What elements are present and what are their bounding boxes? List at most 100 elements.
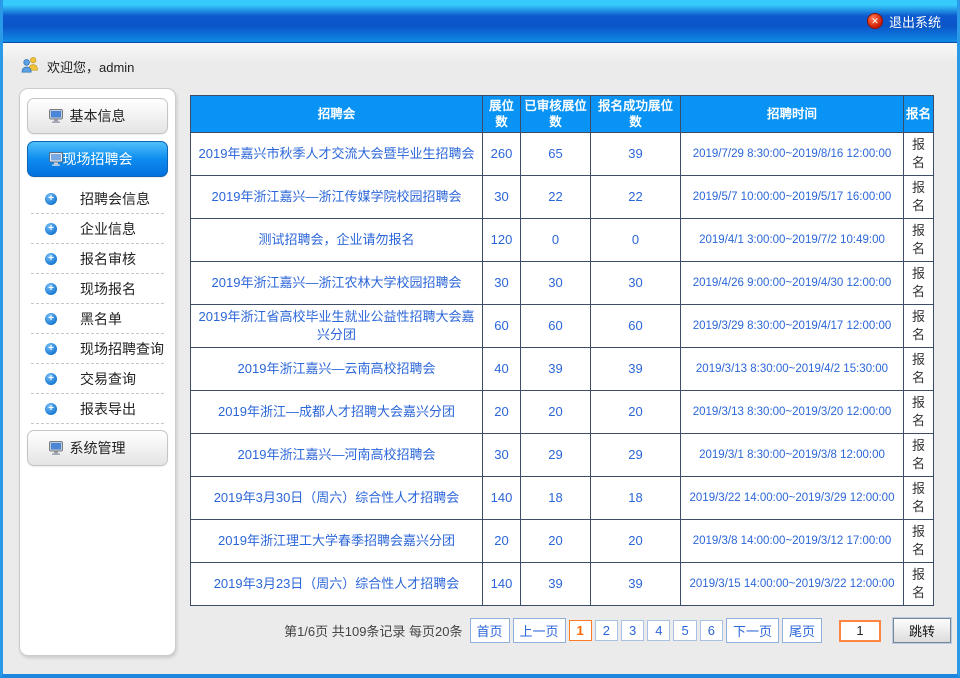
fair-name-cell[interactable]: 2019年浙江嘉兴—浙江传媒学院校园招聘会 — [191, 176, 483, 219]
sidebar-subitem[interactable]: 报名审核 — [31, 244, 164, 274]
sidebar-subitem[interactable]: 现场报名 — [31, 274, 164, 304]
apply-link[interactable]: 报名 — [904, 348, 934, 391]
recruit-time-cell: 2019/3/1 8:30:00~2019/3/8 12:00:00 — [681, 434, 904, 477]
app-window: 退出系统 欢迎您，admin — [0, 0, 960, 678]
subitem-label: 现场招聘查询 — [80, 339, 164, 359]
apply-link[interactable]: 报名 — [904, 219, 934, 262]
jump-button[interactable]: 跳转 — [893, 618, 951, 643]
pagination-bar: 第1/6页 共109条记录 每页20条 首页 上一页 123456 下一页 尾页… — [190, 618, 951, 643]
table-row: 2019年3月30日（周六）综合性人才招聘会14018182019/3/22 1… — [191, 477, 934, 520]
apply-link[interactable]: 报名 — [904, 262, 934, 305]
sidebar-subitem[interactable]: 报表导出 — [31, 394, 164, 424]
last-page-button[interactable]: 尾页 — [782, 618, 822, 643]
success-count-cell: 0 — [591, 219, 681, 262]
close-icon — [867, 13, 883, 29]
approved-count-cell: 29 — [521, 434, 591, 477]
subitem-label: 交易查询 — [80, 369, 136, 389]
plus-icon — [45, 403, 57, 415]
fair-name-cell[interactable]: 2019年3月23日（周六）综合性人才招聘会 — [191, 563, 483, 606]
apply-link[interactable]: 报名 — [904, 477, 934, 520]
page-button-current[interactable]: 1 — [569, 620, 592, 641]
header-success-count: 报名成功展位数 — [591, 96, 681, 133]
header-fair-name: 招聘会 — [191, 96, 483, 133]
fair-name-cell[interactable]: 2019年浙江省高校毕业生就业公益性招聘大会嘉兴分团 — [191, 305, 483, 348]
recruit-time-cell: 2019/5/7 10:00:00~2019/5/17 16:00:00 — [681, 176, 904, 219]
page-button[interactable]: 3 — [621, 620, 644, 641]
table-row: 2019年浙江嘉兴—河南高校招聘会3029292019/3/1 8:30:00~… — [191, 434, 934, 477]
first-page-button[interactable]: 首页 — [470, 618, 510, 643]
logout-button[interactable]: 退出系统 — [867, 12, 941, 31]
page-button[interactable]: 2 — [595, 620, 618, 641]
apply-link[interactable]: 报名 — [904, 434, 934, 477]
sidebar-item-label: 基本信息 — [70, 106, 126, 126]
page-button[interactable]: 6 — [700, 620, 723, 641]
recruit-time-cell: 2019/7/29 8:30:00~2019/8/16 12:00:00 — [681, 133, 904, 176]
recruit-time-cell: 2019/3/29 8:30:00~2019/4/17 12:00:00 — [681, 305, 904, 348]
top-banner: 退出系统 — [3, 0, 957, 43]
table-row: 2019年浙江省高校毕业生就业公益性招聘大会嘉兴分团6060602019/3/2… — [191, 305, 934, 348]
approved-count-cell: 39 — [521, 348, 591, 391]
success-count-cell: 39 — [591, 563, 681, 606]
table-row: 2019年浙江理工大学春季招聘会嘉兴分团2020202019/3/8 14:00… — [191, 520, 934, 563]
page-button[interactable]: 5 — [673, 620, 696, 641]
subitem-label: 报名审核 — [80, 249, 136, 269]
fair-name-cell[interactable]: 2019年浙江—成都人才招聘大会嘉兴分团 — [191, 391, 483, 434]
page-button[interactable]: 4 — [647, 620, 670, 641]
next-page-button[interactable]: 下一页 — [726, 618, 779, 643]
header-booth-count: 展位数 — [483, 96, 521, 133]
logout-label: 退出系统 — [889, 12, 941, 31]
job-fair-table: 招聘会 展位数 已审核展位数 报名成功展位数 招聘时间 报名 2019年嘉兴市秋… — [190, 95, 934, 606]
booth-count-cell: 260 — [483, 133, 521, 176]
apply-link[interactable]: 报名 — [904, 176, 934, 219]
sidebar-subitem[interactable]: 交易查询 — [31, 364, 164, 394]
main-panel: 招聘会 展位数 已审核展位数 报名成功展位数 招聘时间 报名 2019年嘉兴市秋… — [190, 88, 933, 643]
sidebar-item-basic-info[interactable]: 基本信息 — [27, 98, 168, 134]
subitem-label: 企业信息 — [80, 219, 136, 239]
fair-name-cell[interactable]: 2019年浙江嘉兴—云南高校招聘会 — [191, 348, 483, 391]
fair-name-cell[interactable]: 2019年浙江理工大学春季招聘会嘉兴分团 — [191, 520, 483, 563]
table-row: 2019年嘉兴市秋季人才交流大会暨毕业生招聘会26065392019/7/29 … — [191, 133, 934, 176]
recruit-time-cell: 2019/3/22 14:00:00~2019/3/29 12:00:00 — [681, 477, 904, 520]
fair-name-cell[interactable]: 测试招聘会，企业请勿报名 — [191, 219, 483, 262]
table-row: 2019年浙江嘉兴—云南高校招聘会4039392019/3/13 8:30:00… — [191, 348, 934, 391]
sidebar-item-label: 现场招聘会 — [63, 149, 133, 169]
apply-link[interactable]: 报名 — [904, 520, 934, 563]
booth-count-cell: 30 — [483, 434, 521, 477]
table-row: 2019年浙江嘉兴—浙江传媒学院校园招聘会3022222019/5/7 10:0… — [191, 176, 934, 219]
sidebar-subitem[interactable]: 现场招聘查询 — [31, 334, 164, 364]
approved-count-cell: 60 — [521, 305, 591, 348]
fair-name-cell[interactable]: 2019年浙江嘉兴—河南高校招聘会 — [191, 434, 483, 477]
subitem-label: 黑名单 — [80, 309, 122, 329]
jump-page-input[interactable] — [839, 620, 881, 642]
prev-page-button[interactable]: 上一页 — [513, 618, 566, 643]
fair-name-cell[interactable]: 2019年嘉兴市秋季人才交流大会暨毕业生招聘会 — [191, 133, 483, 176]
apply-link[interactable]: 报名 — [904, 305, 934, 348]
apply-link[interactable]: 报名 — [904, 563, 934, 606]
approved-count-cell: 65 — [521, 133, 591, 176]
booth-count-cell: 20 — [483, 520, 521, 563]
fair-name-cell[interactable]: 2019年3月30日（周六）综合性人才招聘会 — [191, 477, 483, 520]
subitem-label: 招聘会信息 — [80, 189, 150, 209]
recruit-time-cell: 2019/4/26 9:00:00~2019/4/30 12:00:00 — [681, 262, 904, 305]
apply-link[interactable]: 报名 — [904, 391, 934, 434]
recruit-time-cell: 2019/3/8 14:00:00~2019/3/12 17:00:00 — [681, 520, 904, 563]
recruit-time-cell: 2019/3/13 8:30:00~2019/3/20 12:00:00 — [681, 391, 904, 434]
sidebar-item-onsite-job-fair[interactable]: 现场招聘会 — [27, 141, 168, 177]
booth-count-cell: 30 — [483, 176, 521, 219]
sidebar-subitem[interactable]: 黑名单 — [31, 304, 164, 334]
booth-count-cell: 140 — [483, 477, 521, 520]
sidebar-subitem[interactable]: 企业信息 — [31, 214, 164, 244]
fair-name-cell[interactable]: 2019年浙江嘉兴—浙江农林大学校园招聘会 — [191, 262, 483, 305]
booth-count-cell: 20 — [483, 391, 521, 434]
apply-link[interactable]: 报名 — [904, 133, 934, 176]
pagination-summary: 第1/6页 共109条记录 每页20条 — [284, 621, 462, 640]
sidebar-item-system-management[interactable]: 系统管理 — [27, 430, 168, 466]
table-header-row: 招聘会 展位数 已审核展位数 报名成功展位数 招聘时间 报名 — [191, 96, 934, 133]
plus-icon — [45, 343, 57, 355]
success-count-cell: 29 — [591, 434, 681, 477]
sidebar-subitem[interactable]: 招聘会信息 — [31, 184, 164, 214]
success-count-cell: 22 — [591, 176, 681, 219]
approved-count-cell: 20 — [521, 391, 591, 434]
plus-icon — [45, 283, 57, 295]
approved-count-cell: 30 — [521, 262, 591, 305]
